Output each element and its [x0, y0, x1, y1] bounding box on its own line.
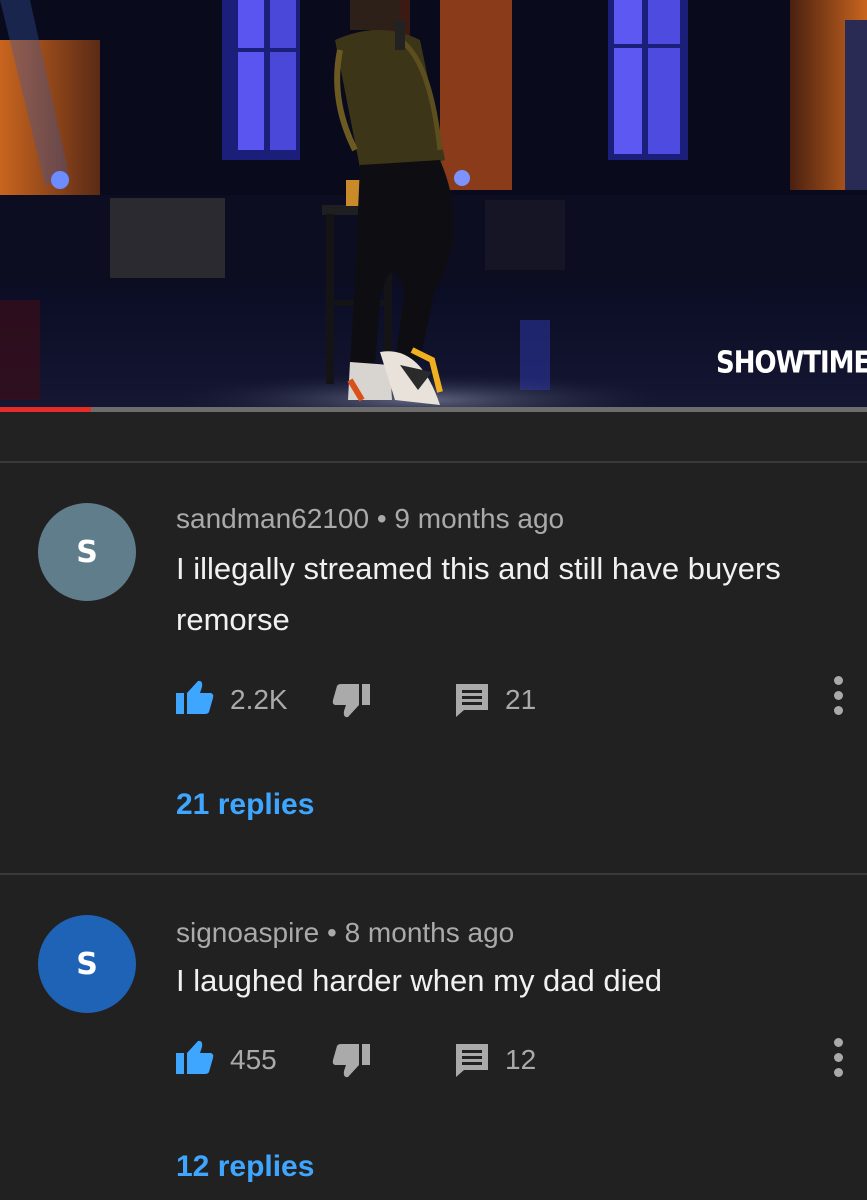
avatar[interactable]: S	[38, 915, 136, 1013]
comment-text: I laughed harder when my dad died	[176, 963, 662, 998]
meta-separator: •	[326, 917, 337, 948]
comment-text: I illegally streamed this and still have…	[176, 551, 781, 637]
thumbs-up-icon[interactable]	[176, 680, 214, 714]
comment-thread: S sandman62100 • 9 months ago I illegall…	[0, 463, 867, 873]
more-vertical-icon[interactable]	[832, 1038, 846, 1083]
view-replies-link[interactable]: 21 replies	[176, 788, 314, 822]
comment-time: 9 months ago	[394, 503, 565, 534]
view-replies-link[interactable]: 12 replies	[176, 1150, 314, 1184]
comment-time: 8 months ago	[344, 917, 515, 948]
comment-author[interactable]: sandman62100	[176, 503, 369, 534]
comment-meta: sandman62100 • 9 months ago	[176, 503, 564, 535]
thumbs-down-icon[interactable]	[332, 1044, 370, 1078]
meta-separator: •	[376, 503, 387, 534]
comment-icon[interactable]	[454, 1042, 490, 1078]
comment-author[interactable]: signoaspire	[176, 917, 319, 948]
comment-icon[interactable]	[454, 682, 490, 718]
below-video-strip	[0, 412, 867, 462]
comment-actions: 2.2K 21	[0, 676, 867, 720]
video-player[interactable]: SHOWTIME	[0, 0, 867, 412]
comment-actions: 455 12	[0, 1038, 867, 1083]
avatar[interactable]: S	[38, 503, 136, 601]
thumbs-down-icon[interactable]	[332, 684, 370, 718]
reply-count: 12	[505, 1044, 537, 1075]
reply-count: 21	[505, 684, 537, 715]
comment-meta: signoaspire • 8 months ago	[176, 917, 514, 949]
like-count: 2.2K	[230, 684, 288, 715]
showtime-watermark: SHOWTIME	[716, 346, 867, 381]
thumbs-up-icon[interactable]	[176, 1040, 214, 1074]
comment-thread: S signoaspire • 8 months ago I laughed h…	[0, 875, 867, 1200]
more-vertical-icon[interactable]	[832, 676, 846, 721]
like-count: 455	[230, 1044, 277, 1075]
